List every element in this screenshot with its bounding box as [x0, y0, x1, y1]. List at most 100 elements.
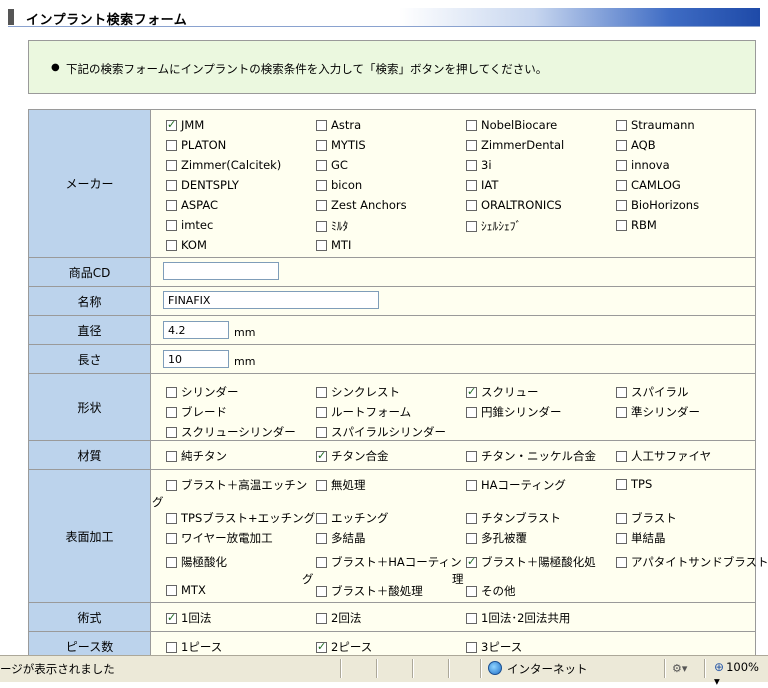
checkbox[interactable] [316, 240, 327, 251]
checkbox[interactable] [466, 160, 477, 171]
checkbox[interactable] [466, 200, 477, 211]
checkbox[interactable] [316, 533, 327, 544]
checkbox[interactable] [466, 451, 477, 462]
checkbox[interactable] [616, 220, 627, 231]
zoom-control[interactable]: ⊕ 100% ▾ [714, 660, 768, 688]
checkbox-maker-option[interactable]: ASPAC [166, 198, 218, 212]
checkbox-maker-option[interactable]: BioHorizons [616, 198, 699, 212]
checkbox-shape-option[interactable]: シリンダー [166, 384, 239, 400]
checkbox[interactable] [316, 180, 327, 191]
checkbox-pieces-option[interactable]: 3ピース [466, 639, 522, 655]
checkbox-shape-option[interactable]: スクリュー [466, 384, 539, 400]
checkbox[interactable] [616, 140, 627, 151]
checkbox-maker-option[interactable]: Straumann [616, 118, 695, 132]
checkbox-maker-option[interactable]: ORALTRONICS [466, 198, 562, 212]
checkbox[interactable] [316, 200, 327, 211]
checkbox[interactable] [316, 407, 327, 418]
checkbox-shape-option[interactable]: スパイラルシリンダー [316, 424, 446, 440]
checkbox[interactable] [616, 387, 627, 398]
checkbox-surface-option[interactable]: MTX [166, 583, 206, 597]
checkbox-maker-option[interactable]: Astra [316, 118, 361, 132]
checkbox[interactable] [166, 387, 177, 398]
checkbox[interactable] [466, 586, 477, 597]
checkbox[interactable] [166, 160, 177, 171]
checkbox[interactable] [166, 240, 177, 251]
checkbox[interactable] [166, 585, 177, 596]
checkbox-maker-option[interactable]: MTI [316, 238, 351, 252]
checkbox[interactable] [166, 611, 177, 624]
checkbox[interactable] [316, 513, 327, 524]
checkbox-surface-option[interactable]: 多結晶 [316, 530, 366, 546]
checkbox-maker-option[interactable]: bicon [316, 178, 362, 192]
checkbox-shape-option[interactable]: ブレード [166, 404, 227, 420]
checkbox[interactable] [466, 613, 477, 624]
checkbox-pieces-option[interactable]: 2ピース [316, 639, 372, 655]
checkbox-shape-option[interactable]: ルートフォーム [316, 404, 411, 420]
checkbox[interactable] [466, 140, 477, 151]
checkbox-surface-option[interactable]: 多孔被覆 [466, 530, 527, 546]
checkbox-method-option[interactable]: 1回法 [166, 610, 211, 626]
checkbox[interactable] [166, 180, 177, 191]
checkbox[interactable] [316, 387, 327, 398]
checkbox[interactable] [466, 385, 477, 398]
product-cd-input[interactable] [163, 262, 279, 280]
checkbox-shape-option[interactable]: 円錐シリンダー [466, 404, 562, 420]
checkbox-maker-option[interactable]: JMM [166, 118, 204, 132]
checkbox-surface-option[interactable]: 単結晶 [616, 530, 666, 546]
checkbox-maker-option[interactable]: imtec [166, 218, 213, 232]
checkbox[interactable] [616, 513, 627, 524]
checkbox[interactable] [316, 613, 327, 624]
checkbox-surface-option[interactable]: ワイヤー放電加工 [166, 530, 273, 546]
checkbox-shape-option[interactable]: スクリューシリンダー [166, 424, 296, 440]
checkbox[interactable] [316, 557, 327, 568]
checkbox-maker-option[interactable]: ZimmerDental [466, 138, 564, 152]
checkbox-maker-option[interactable]: CAMLOG [616, 178, 681, 192]
checkbox-surface-option[interactable]: アパタイトサンドブラスト [616, 554, 768, 570]
checkbox-material-option[interactable]: 人工サファイヤ [616, 448, 711, 464]
checkbox[interactable] [166, 642, 177, 653]
checkbox[interactable] [616, 200, 627, 211]
checkbox-maker-option[interactable]: Zest Anchors [316, 198, 407, 212]
protected-mode-menu[interactable]: ⚙▾ [672, 662, 687, 675]
checkbox-surface-option[interactable]: チタンブラスト [466, 510, 561, 526]
checkbox[interactable] [616, 557, 627, 568]
checkbox[interactable] [166, 200, 177, 211]
checkbox-maker-option[interactable]: GC [316, 158, 348, 172]
checkbox[interactable] [166, 427, 177, 438]
checkbox[interactable] [316, 427, 327, 438]
checkbox[interactable] [466, 180, 477, 191]
checkbox[interactable] [316, 449, 327, 462]
checkbox[interactable] [166, 118, 177, 131]
checkbox-maker-option[interactable]: RBM [616, 218, 657, 232]
checkbox[interactable] [466, 221, 477, 232]
checkbox-surface-option[interactable]: ブラスト＋高温エッチング [152, 477, 307, 510]
checkbox[interactable] [316, 140, 327, 151]
checkbox-shape-option[interactable]: スパイラル [616, 384, 689, 400]
checkbox[interactable] [166, 557, 177, 568]
checkbox-maker-option[interactable]: KOM [166, 238, 207, 252]
checkbox[interactable] [316, 120, 327, 131]
checkbox[interactable] [466, 642, 477, 653]
checkbox[interactable] [166, 220, 177, 231]
checkbox-shape-option[interactable]: 準シリンダー [616, 404, 700, 420]
checkbox[interactable] [466, 555, 477, 568]
checkbox-material-option[interactable]: チタン合金 [316, 448, 389, 464]
checkbox-surface-option[interactable]: TPS [616, 477, 652, 491]
checkbox-material-option[interactable]: チタン・ニッケル合金 [466, 448, 596, 464]
checkbox-maker-option[interactable]: Zimmer(Calcitek) [166, 158, 281, 172]
checkbox[interactable] [316, 221, 327, 232]
checkbox-pieces-option[interactable]: 1ピース [166, 639, 222, 655]
checkbox[interactable] [616, 479, 627, 490]
checkbox[interactable] [316, 586, 327, 597]
checkbox-maker-option[interactable]: PLATON [166, 138, 226, 152]
checkbox-maker-option[interactable]: ﾐﾙﾀ [316, 218, 348, 234]
checkbox-maker-option[interactable]: innova [616, 158, 670, 172]
checkbox[interactable] [166, 480, 177, 491]
checkbox[interactable] [166, 451, 177, 462]
checkbox-material-option[interactable]: 純チタン [166, 448, 227, 464]
length-input[interactable] [163, 350, 229, 368]
checkbox[interactable] [616, 180, 627, 191]
checkbox[interactable] [466, 513, 477, 524]
checkbox[interactable] [466, 120, 477, 131]
checkbox-surface-option[interactable]: エッチング [316, 510, 389, 526]
